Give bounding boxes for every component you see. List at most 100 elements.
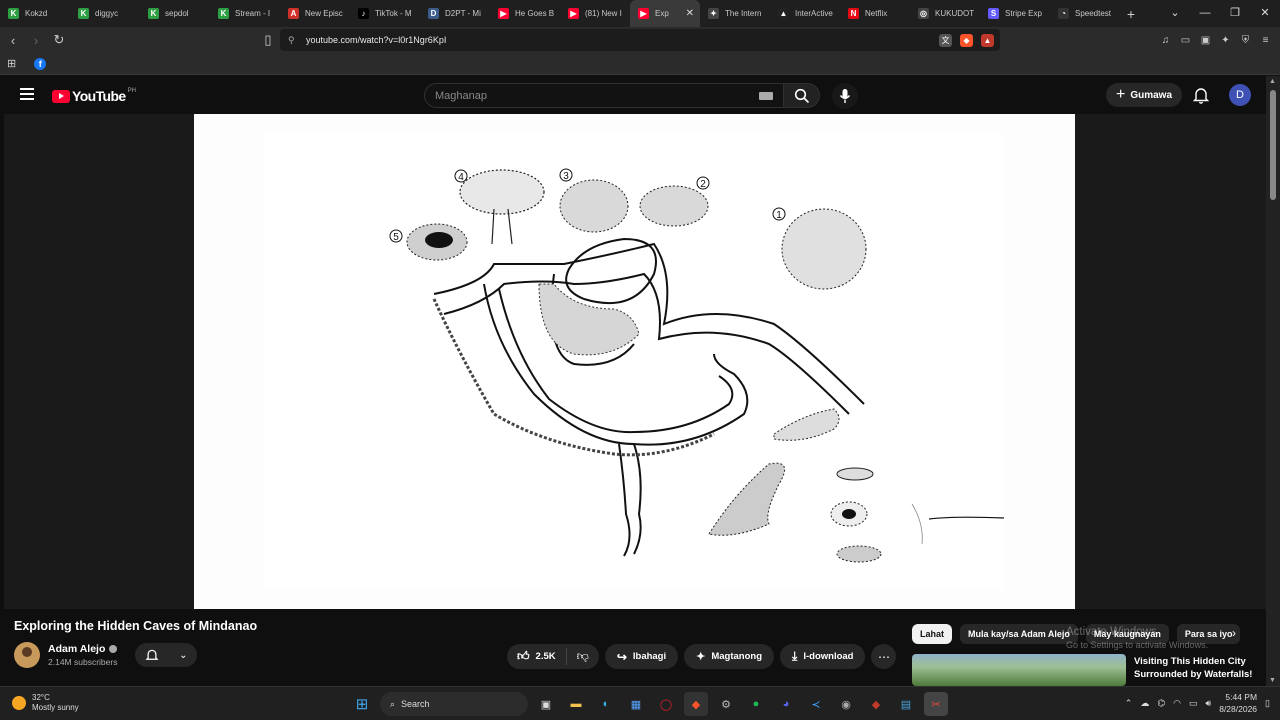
menu-icon[interactable]: ≡ — [1259, 34, 1272, 47]
media-icon[interactable]: ♫ — [1159, 34, 1172, 47]
browser-tab[interactable]: D D2PT - Mi — [420, 0, 490, 27]
share-button[interactable]: ↪ Ibahagi — [604, 644, 679, 669]
search-box[interactable] — [424, 83, 784, 108]
browser-tab[interactable]: ◎ KUKUDOT — [910, 0, 980, 27]
search-input[interactable] — [435, 89, 735, 102]
url-text[interactable]: youtube.com/watch?v=l0r1Ngr6KpI — [306, 35, 446, 45]
scroll-down-icon[interactable]: ▼ — [1269, 677, 1276, 684]
apps-grid-icon[interactable]: ⊞ — [7, 57, 16, 70]
filter-chip[interactable]: Mula kay/sa Adam Alejo — [960, 624, 1078, 644]
back-icon[interactable]: ‹ — [3, 33, 23, 48]
system-tray: ⌃ ☁ ⌬ ◠ ▭ 🔊︎ 5:44 PM 8/28/2026 ▯ — [1125, 691, 1270, 715]
vscode-icon[interactable]: ≺ — [804, 692, 828, 716]
spotify-icon[interactable]: ● — [744, 692, 768, 716]
browser-tab[interactable]: Ksepdol — [140, 0, 210, 27]
snipping-tool-icon[interactable]: ✂ — [924, 692, 948, 716]
notifications-button[interactable] — [1192, 86, 1210, 104]
browser-tab[interactable]: Kdiggyc — [70, 0, 140, 27]
browser-tab[interactable]: A New Episc — [280, 0, 350, 27]
browser-tab[interactable]: N Netflix — [840, 0, 910, 27]
voice-search-button[interactable] — [832, 83, 858, 109]
edge-icon[interactable]: ◐ — [594, 692, 618, 716]
settings-icon[interactable]: ⚙ — [714, 692, 738, 716]
create-button[interactable]: + Gumawa — [1106, 83, 1182, 107]
volume-icon[interactable]: 🔊︎ — [1206, 698, 1212, 709]
wallet-icon[interactable]: ▣ — [1199, 34, 1212, 47]
bookmark-icon[interactable]: ▯ — [258, 32, 278, 48]
subscription-button[interactable]: ⌄ — [135, 643, 198, 667]
wifi-icon[interactable]: ◠ — [1173, 698, 1181, 709]
reload-icon[interactable]: ↻ — [49, 32, 69, 48]
dislike-button[interactable]: 👎︎ — [567, 649, 599, 664]
filter-chip[interactable]: Lahat — [912, 624, 953, 644]
browser-tab[interactable]: ▶ (81) New I — [560, 0, 630, 27]
minimize-button[interactable]: — — [1190, 0, 1220, 27]
app-icon[interactable]: ◆ — [864, 692, 888, 716]
browser-tab[interactable]: S Stripe Exp — [980, 0, 1050, 27]
brave-rewards-icon[interactable]: ▲ — [981, 33, 994, 47]
recommended-thumbnail[interactable] — [912, 654, 1126, 686]
ask-button[interactable]: ✦ Magtanong — [684, 644, 775, 669]
video-player[interactable]: 4 3 2 1 5 — [4, 114, 1266, 609]
opera-icon[interactable]: ◯ — [654, 692, 678, 716]
browser-tab[interactable]: ▶ Exp ✕ — [630, 0, 700, 27]
display-icon[interactable]: ▭ — [1189, 698, 1198, 709]
tab-search-icon[interactable]: ⌄ — [1160, 0, 1190, 27]
clock[interactable]: 5:44 PM 8/28/2026 — [1219, 691, 1257, 715]
browser-tab[interactable]: ▶ He Goes B — [490, 0, 560, 27]
browser-tab[interactable]: K Stream - I — [210, 0, 280, 27]
close-tab-icon[interactable]: ✕ — [686, 8, 694, 19]
browser-tab[interactable]: ♪ TikTok - M — [350, 0, 420, 27]
download-button[interactable]: ⤓ I-download — [780, 644, 866, 669]
discord-icon[interactable]: ◕ — [774, 692, 798, 716]
facebook-icon[interactable]: f — [34, 57, 47, 70]
weather-widget[interactable]: 32°C Mostly sunny — [12, 693, 79, 713]
search-button[interactable] — [784, 83, 820, 108]
keyboard-icon[interactable] — [759, 91, 773, 100]
site-info-icon[interactable]: ⚲ — [288, 35, 295, 46]
chevron-up-icon[interactable]: ⌃ — [1125, 698, 1133, 709]
translate-icon[interactable]: 文 — [939, 33, 952, 47]
task-view-icon[interactable]: ▣ — [534, 692, 558, 716]
windows-start-icon[interactable]: ⊞ — [350, 692, 374, 716]
video-frame[interactable]: 4 3 2 1 5 — [194, 114, 1075, 609]
tab-title: New Episc — [305, 9, 343, 18]
cloud-icon[interactable]: ☁ — [1140, 698, 1149, 709]
file-explorer-icon[interactable]: ▬ — [564, 692, 588, 716]
browser-tab[interactable]: ✦ The Intern — [700, 0, 770, 27]
brave-shields-icon[interactable]: ◆ — [960, 33, 973, 47]
vpn-icon[interactable]: ⛨ — [1239, 34, 1252, 47]
channel-avatar[interactable] — [14, 642, 40, 668]
youtube-logo[interactable]: YouTube PH — [52, 88, 136, 104]
maximize-button[interactable]: ❐ — [1220, 0, 1250, 27]
sidebar-icon[interactable]: ▭ — [1179, 34, 1192, 47]
steam-icon[interactable]: ◉ — [834, 692, 858, 716]
scroll-up-icon[interactable]: ▲ — [1269, 78, 1276, 85]
brave-icon[interactable]: ◆ — [684, 692, 708, 716]
scrollbar-thumb[interactable] — [1270, 90, 1276, 200]
more-actions-button[interactable]: ⋯ — [871, 644, 897, 669]
account-avatar[interactable]: D — [1229, 84, 1251, 106]
browser-tab[interactable]: ▲ InterActive — [770, 0, 840, 27]
new-tab-button[interactable]: + — [1120, 6, 1142, 22]
channel-name-row[interactable]: Adam Alejo — [48, 643, 118, 655]
recommended-title[interactable]: Visiting This Hidden City Surrounded by … — [1134, 655, 1254, 686]
notification-center-icon[interactable]: ▯ — [1265, 698, 1270, 709]
address-bar[interactable]: ⚲ youtube.com/watch?v=l0r1Ngr6KpI 文 ◆ ▲ — [280, 29, 1000, 51]
browser-tab[interactable]: K Kokzd — [0, 0, 70, 27]
tab-favicon-icon: A — [288, 8, 299, 19]
store-icon[interactable]: ▦ — [624, 692, 648, 716]
calculator-icon[interactable]: ▤ — [894, 692, 918, 716]
page-scrollbar[interactable]: ▲ ▼ — [1266, 76, 1280, 686]
channel-name[interactable]: Adam Alejo — [48, 643, 105, 655]
network-icon[interactable]: ⌬ — [1157, 698, 1165, 709]
chevron-right-icon[interactable]: › — [1232, 626, 1236, 640]
forward-icon[interactable]: › — [26, 33, 46, 48]
browser-tab[interactable]: ◔ Speedtest — [1050, 0, 1120, 27]
like-button[interactable]: 👍︎ 2.5K — [507, 648, 567, 665]
recommended-video[interactable]: Visiting This Hidden City Surrounded by … — [912, 654, 1254, 686]
leo-icon[interactable]: ✦ — [1219, 34, 1232, 47]
close-window-button[interactable]: ✕ — [1250, 0, 1280, 27]
guide-menu-icon[interactable] — [20, 88, 34, 103]
taskbar-search[interactable]: ⌕ Search — [380, 692, 528, 716]
